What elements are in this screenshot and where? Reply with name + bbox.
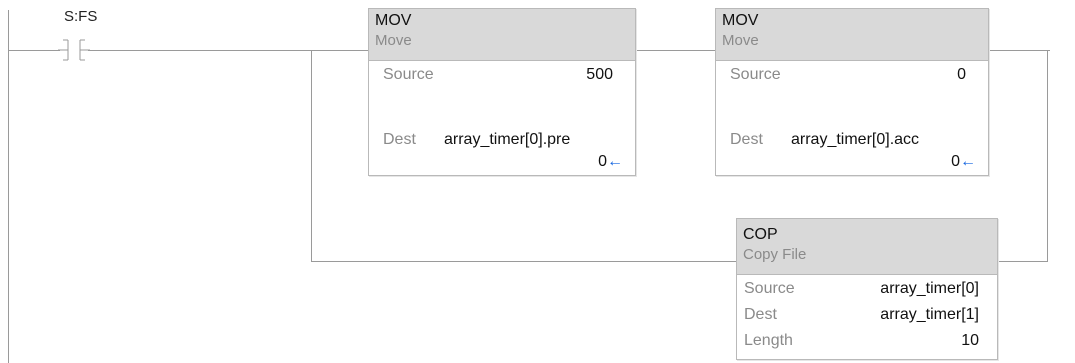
source-value[interactable]: array_timer[0]: [880, 280, 979, 298]
dest-value: 0: [598, 153, 607, 170]
branch-bottom-wire: [311, 261, 736, 262]
dest-value: 0: [951, 153, 960, 170]
source-label: Source: [383, 66, 434, 83]
left-power-rail: [8, 10, 9, 363]
instruction-name: MOV: [722, 12, 759, 29]
rung-wire-contact-to-mov: [88, 50, 368, 51]
dest-tag[interactable]: array_timer[0].acc: [791, 131, 919, 149]
branch-left-vertical: [311, 50, 312, 261]
length-label: Length: [744, 332, 793, 349]
source-label: Source: [730, 66, 781, 83]
xic-contact-icon[interactable]: [58, 38, 90, 62]
dest-label: Dest: [730, 131, 763, 148]
mov-instruction-1[interactable]: MOV Move Source 500 Dest array_timer[0].…: [368, 8, 636, 176]
instruction-description: Move: [375, 32, 412, 49]
instruction-name: MOV: [375, 12, 412, 29]
rung-wire-right: [988, 50, 1050, 51]
cop-instruction[interactable]: COP Copy File Source array_timer[0] Dest…: [736, 218, 998, 360]
dest-value[interactable]: array_timer[1]: [880, 306, 979, 324]
branch-right-wire: [998, 261, 1047, 262]
output-arrow-icon: ←: [607, 153, 623, 170]
mov-instruction-2[interactable]: MOV Move Source 0 Dest array_timer[0].ac…: [715, 8, 989, 176]
output-arrow-icon: ←: [960, 153, 976, 170]
dest-label: Dest: [383, 131, 416, 148]
length-value[interactable]: 10: [961, 332, 979, 350]
instruction-description: Copy File: [743, 246, 807, 263]
contact-tag[interactable]: S:FS: [64, 8, 97, 25]
dest-live-value: 0←: [598, 153, 623, 171]
source-value[interactable]: 0: [957, 66, 966, 84]
dest-live-value: 0←: [951, 153, 976, 171]
source-value[interactable]: 500: [586, 66, 613, 84]
instruction-description: Move: [722, 32, 759, 49]
rung-wire-mov-to-mov: [635, 50, 715, 51]
instruction-name: COP: [743, 226, 778, 243]
rung-wire-left: [8, 50, 60, 51]
branch-right-vertical: [1047, 50, 1048, 262]
dest-label: Dest: [744, 306, 777, 323]
dest-tag[interactable]: array_timer[0].pre: [444, 131, 570, 149]
source-label: Source: [744, 280, 795, 297]
